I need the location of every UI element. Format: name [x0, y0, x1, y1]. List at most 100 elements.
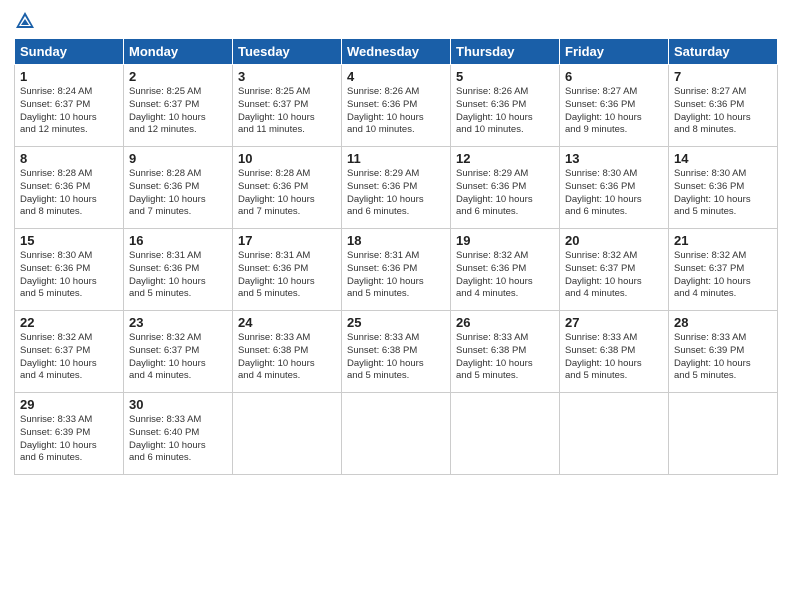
- logo-icon: [14, 10, 36, 32]
- calendar-day-18: 18 Sunrise: 8:31 AM Sunset: 6:36 PM Dayli…: [342, 229, 451, 311]
- calendar-day-4: 4 Sunrise: 8:26 AM Sunset: 6:36 PM Daylig…: [342, 65, 451, 147]
- day-info: Sunrise: 8:31 AM Sunset: 6:36 PM Dayligh…: [347, 250, 445, 301]
- calendar-day-13: 13 Sunrise: 8:30 AM Sunset: 6:36 PM Dayli…: [560, 147, 669, 229]
- day-number: 24: [238, 315, 336, 330]
- calendar-day-21: 21 Sunrise: 8:32 AM Sunset: 6:37 PM Dayli…: [669, 229, 778, 311]
- day-number: 7: [674, 69, 772, 84]
- empty-cell: [451, 393, 560, 475]
- day-info: Sunrise: 8:32 AM Sunset: 6:37 PM Dayligh…: [129, 332, 227, 383]
- empty-cell: [233, 393, 342, 475]
- day-number: 10: [238, 151, 336, 166]
- empty-cell: [342, 393, 451, 475]
- calendar-day-5: 5 Sunrise: 8:26 AM Sunset: 6:36 PM Daylig…: [451, 65, 560, 147]
- day-info: Sunrise: 8:30 AM Sunset: 6:36 PM Dayligh…: [674, 168, 772, 219]
- calendar-day-7: 7 Sunrise: 8:27 AM Sunset: 6:36 PM Daylig…: [669, 65, 778, 147]
- calendar-day-16: 16 Sunrise: 8:31 AM Sunset: 6:36 PM Dayli…: [124, 229, 233, 311]
- day-info: Sunrise: 8:29 AM Sunset: 6:36 PM Dayligh…: [347, 168, 445, 219]
- day-number: 30: [129, 397, 227, 412]
- day-number: 8: [20, 151, 118, 166]
- day-number: 4: [347, 69, 445, 84]
- calendar-day-28: 28 Sunrise: 8:33 AM Sunset: 6:39 PM Dayli…: [669, 311, 778, 393]
- day-number: 6: [565, 69, 663, 84]
- day-number: 3: [238, 69, 336, 84]
- calendar-day-27: 27 Sunrise: 8:33 AM Sunset: 6:38 PM Dayli…: [560, 311, 669, 393]
- calendar-day-19: 19 Sunrise: 8:32 AM Sunset: 6:36 PM Dayli…: [451, 229, 560, 311]
- day-info: Sunrise: 8:28 AM Sunset: 6:36 PM Dayligh…: [129, 168, 227, 219]
- day-info: Sunrise: 8:28 AM Sunset: 6:36 PM Dayligh…: [238, 168, 336, 219]
- day-info: Sunrise: 8:29 AM Sunset: 6:36 PM Dayligh…: [456, 168, 554, 219]
- calendar-day-1: 1 Sunrise: 8:24 AM Sunset: 6:37 PM Daylig…: [15, 65, 124, 147]
- day-number: 29: [20, 397, 118, 412]
- calendar-day-2: 2 Sunrise: 8:25 AM Sunset: 6:37 PM Daylig…: [124, 65, 233, 147]
- day-number: 17: [238, 233, 336, 248]
- day-info: Sunrise: 8:32 AM Sunset: 6:37 PM Dayligh…: [565, 250, 663, 301]
- day-info: Sunrise: 8:32 AM Sunset: 6:37 PM Dayligh…: [674, 250, 772, 301]
- day-number: 5: [456, 69, 554, 84]
- calendar-day-9: 9 Sunrise: 8:28 AM Sunset: 6:36 PM Daylig…: [124, 147, 233, 229]
- day-number: 22: [20, 315, 118, 330]
- calendar-day-29: 29Sunrise: 8:33 AM Sunset: 6:39 PM Dayli…: [15, 393, 124, 475]
- day-number: 16: [129, 233, 227, 248]
- weekday-header-tuesday: Tuesday: [233, 39, 342, 65]
- day-number: 1: [20, 69, 118, 84]
- day-info: Sunrise: 8:33 AM Sunset: 6:38 PM Dayligh…: [238, 332, 336, 383]
- day-number: 28: [674, 315, 772, 330]
- calendar-day-22: 22 Sunrise: 8:32 AM Sunset: 6:37 PM Dayli…: [15, 311, 124, 393]
- day-info: Sunrise: 8:33 AM Sunset: 6:38 PM Dayligh…: [565, 332, 663, 383]
- calendar-day-12: 12 Sunrise: 8:29 AM Sunset: 6:36 PM Dayli…: [451, 147, 560, 229]
- calendar-day-20: 20 Sunrise: 8:32 AM Sunset: 6:37 PM Dayli…: [560, 229, 669, 311]
- day-number: 11: [347, 151, 445, 166]
- day-info: Sunrise: 8:27 AM Sunset: 6:36 PM Dayligh…: [674, 86, 772, 137]
- day-number: 27: [565, 315, 663, 330]
- day-number: 9: [129, 151, 227, 166]
- calendar-day-23: 23 Sunrise: 8:32 AM Sunset: 6:37 PM Dayli…: [124, 311, 233, 393]
- calendar-day-26: 26 Sunrise: 8:33 AM Sunset: 6:38 PM Dayli…: [451, 311, 560, 393]
- day-info: Sunrise: 8:24 AM Sunset: 6:37 PM Dayligh…: [20, 86, 118, 137]
- day-number: 19: [456, 233, 554, 248]
- day-info: Sunrise: 8:32 AM Sunset: 6:36 PM Dayligh…: [456, 250, 554, 301]
- day-info: Sunrise: 8:31 AM Sunset: 6:36 PM Dayligh…: [129, 250, 227, 301]
- calendar-day-24: 24 Sunrise: 8:33 AM Sunset: 6:38 PM Dayli…: [233, 311, 342, 393]
- calendar-day-6: 6 Sunrise: 8:27 AM Sunset: 6:36 PM Daylig…: [560, 65, 669, 147]
- calendar-day-10: 10 Sunrise: 8:28 AM Sunset: 6:36 PM Dayli…: [233, 147, 342, 229]
- day-info: Sunrise: 8:33 AM Sunset: 6:38 PM Dayligh…: [456, 332, 554, 383]
- day-number: 20: [565, 233, 663, 248]
- weekday-header-monday: Monday: [124, 39, 233, 65]
- day-number: 13: [565, 151, 663, 166]
- calendar-day-11: 11 Sunrise: 8:29 AM Sunset: 6:36 PM Dayli…: [342, 147, 451, 229]
- day-info: Sunrise: 8:33 AM Sunset: 6:39 PM Dayligh…: [674, 332, 772, 383]
- day-number: 26: [456, 315, 554, 330]
- day-number: 2: [129, 69, 227, 84]
- day-info: Sunrise: 8:26 AM Sunset: 6:36 PM Dayligh…: [347, 86, 445, 137]
- day-info: Sunrise: 8:28 AM Sunset: 6:36 PM Dayligh…: [20, 168, 118, 219]
- day-number: 25: [347, 315, 445, 330]
- weekday-header-thursday: Thursday: [451, 39, 560, 65]
- weekday-header-friday: Friday: [560, 39, 669, 65]
- calendar-table: SundayMondayTuesdayWednesdayThursdayFrid…: [14, 38, 778, 475]
- calendar-day-25: 25 Sunrise: 8:33 AM Sunset: 6:38 PM Dayli…: [342, 311, 451, 393]
- day-info: Sunrise: 8:30 AM Sunset: 6:36 PM Dayligh…: [565, 168, 663, 219]
- calendar-day-30: 30 Sunrise: 8:33 AM Sunset: 6:40 PM Dayli…: [124, 393, 233, 475]
- calendar-day-15: 15 Sunrise: 8:30 AM Sunset: 6:36 PM Dayli…: [15, 229, 124, 311]
- weekday-header-sunday: Sunday: [15, 39, 124, 65]
- day-info: Sunrise: 8:30 AM Sunset: 6:36 PM Dayligh…: [20, 250, 118, 301]
- empty-cell: [669, 393, 778, 475]
- day-number: 18: [347, 233, 445, 248]
- day-info: Sunrise: 8:33 AM Sunset: 6:40 PM Dayligh…: [129, 414, 227, 465]
- calendar-day-14: 14 Sunrise: 8:30 AM Sunset: 6:36 PM Dayli…: [669, 147, 778, 229]
- calendar-day-17: 17Sunrise: 8:31 AM Sunset: 6:36 PM Dayli…: [233, 229, 342, 311]
- empty-cell: [560, 393, 669, 475]
- day-number: 14: [674, 151, 772, 166]
- day-info: Sunrise: 8:25 AM Sunset: 6:37 PM Dayligh…: [238, 86, 336, 137]
- logo: [14, 10, 40, 32]
- day-number: 12: [456, 151, 554, 166]
- day-info: Sunrise: 8:25 AM Sunset: 6:37 PM Dayligh…: [129, 86, 227, 137]
- day-info: Sunrise: 8:27 AM Sunset: 6:36 PM Dayligh…: [565, 86, 663, 137]
- day-info: Sunrise: 8:26 AM Sunset: 6:36 PM Dayligh…: [456, 86, 554, 137]
- day-number: 23: [129, 315, 227, 330]
- day-info: Sunrise: 8:33 AM Sunset: 6:38 PM Dayligh…: [347, 332, 445, 383]
- weekday-header-wednesday: Wednesday: [342, 39, 451, 65]
- day-number: 15: [20, 233, 118, 248]
- day-info: Sunrise: 8:32 AM Sunset: 6:37 PM Dayligh…: [20, 332, 118, 383]
- day-number: 21: [674, 233, 772, 248]
